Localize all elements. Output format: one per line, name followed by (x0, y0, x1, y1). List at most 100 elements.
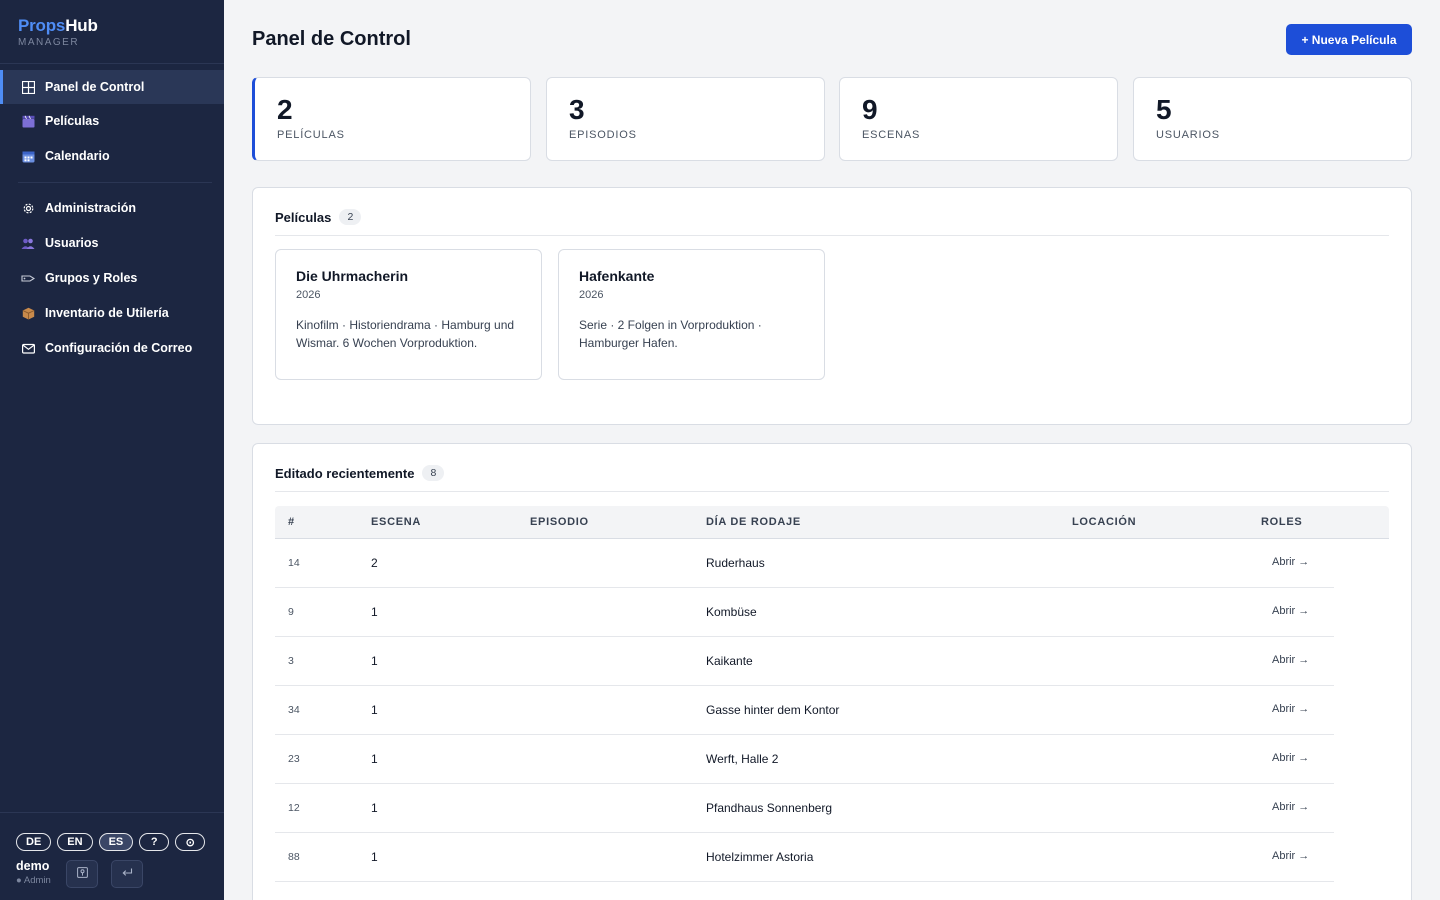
new-film-button[interactable]: + Nueva Película (1286, 24, 1412, 55)
column-header-episode[interactable]: EPISODIO (530, 516, 589, 528)
cell-scene: 1 (371, 654, 378, 668)
sidebar-item-films[interactable]: Películas (0, 104, 224, 138)
mail-icon (21, 341, 35, 355)
table-row[interactable]: 34 1 Gasse hinter dem Kontor Abrir → (275, 686, 1334, 735)
panel-title: Películas (275, 209, 332, 225)
brand-name-part-1: Props (18, 16, 66, 35)
stat-card-episodes[interactable]: 3 EPISODIOS (546, 77, 825, 161)
cell-location-name: Ruderhaus (706, 556, 765, 570)
key-icon (76, 867, 88, 881)
table-row[interactable]: 14 2 Ruderhaus Abrir → (275, 539, 1334, 588)
column-header-shooting-day[interactable]: DÍA DE RODAJE (706, 516, 801, 528)
stat-value: 3 (569, 94, 585, 125)
clapperboard-icon (21, 114, 35, 128)
table-row[interactable]: 3 1 Kaikante Abrir → (275, 637, 1334, 686)
user-name: demo (16, 859, 50, 873)
grid-icon (21, 80, 35, 94)
user-role: ● Admin (16, 875, 51, 886)
film-year: 2026 (296, 289, 321, 301)
language-es-button[interactable]: ES (98, 833, 134, 851)
stat-label: ESCENAS (862, 129, 921, 141)
recent-panel: Editado recientemente 8 # ESCENA EPISODI… (252, 443, 1412, 900)
logout-icon (121, 867, 133, 881)
sidebar-item-users[interactable]: Usuarios (0, 226, 224, 260)
open-link[interactable]: Abrir → (1272, 801, 1309, 813)
cell-location-name: Werft, Halle 2 (706, 752, 779, 766)
language-de-button[interactable]: DE (16, 833, 52, 851)
sidebar-item-administration[interactable]: Administración (0, 191, 224, 225)
stat-card-scenes[interactable]: 9 ESCENAS (839, 77, 1118, 161)
divider (275, 491, 1389, 492)
film-year: 2026 (579, 289, 604, 301)
table-row[interactable]: 23 1 Werft, Halle 2 Abrir → (275, 735, 1334, 784)
cell-scene: 2 (371, 556, 378, 570)
open-link[interactable]: Abrir → (1272, 605, 1309, 617)
divider (0, 63, 224, 64)
cell-number: 23 (288, 753, 300, 765)
open-link[interactable]: Abrir → (1272, 850, 1309, 862)
film-title: Hafenkante (579, 268, 655, 284)
cell-scene: 1 (371, 605, 378, 619)
cell-location-name: Gasse hinter dem Kontor (706, 703, 840, 717)
film-title: Die Uhrmacherin (296, 268, 409, 284)
film-description: Kinofilm · Historiendrama · Hamburg und … (296, 318, 515, 350)
films-panel: Películas 2 Die Uhrmacherin 2026 Kinofil… (252, 187, 1412, 425)
cell-number: 34 (288, 704, 300, 716)
cell-scene: 1 (371, 752, 378, 766)
open-link[interactable]: Abrir → (1272, 654, 1309, 666)
sidebar-item-mail-settings[interactable]: Configuración de Correo (0, 331, 224, 365)
column-header-scene[interactable]: ESCENA (371, 516, 421, 528)
users-icon (21, 236, 35, 250)
sidebar-item-label: Calendario (45, 149, 110, 163)
cell-location-name: Kombüse (706, 605, 757, 619)
table-row[interactable]: 12 1 Pfandhaus Sonnenberg Abrir → (275, 784, 1334, 833)
key-button[interactable] (66, 860, 98, 888)
column-header-number[interactable]: # (288, 516, 295, 528)
stat-card-users[interactable]: 5 USUARIOS (1133, 77, 1412, 161)
panel-header: Películas 2 (275, 209, 362, 225)
language-en-button[interactable]: EN (57, 833, 93, 851)
divider (18, 182, 212, 183)
sidebar-item-props-inventory[interactable]: Inventario de Utilería (0, 296, 224, 330)
help-button[interactable]: ? (139, 833, 170, 851)
film-description: Serie · 2 Folgen in Vorproduktion · Hamb… (579, 318, 762, 350)
column-header-roles[interactable]: ROLES (1261, 516, 1302, 528)
cell-number: 12 (288, 802, 300, 814)
film-card[interactable]: Die Uhrmacherin 2026 Kinofilm · Historie… (275, 249, 542, 380)
brand-name: PropsHub (18, 16, 98, 36)
cell-scene: 1 (371, 801, 378, 815)
open-link[interactable]: Abrir → (1272, 752, 1309, 764)
column-header-location[interactable]: LOCACIÓN (1072, 516, 1136, 528)
open-link[interactable]: Abrir → (1272, 703, 1309, 715)
tag-icon (21, 271, 35, 285)
stat-value: 2 (277, 94, 293, 125)
sidebar-item-dashboard[interactable]: Panel de Control (0, 70, 224, 104)
calendar-icon (21, 149, 35, 163)
cell-location-name: Hotelzimmer Astoria (706, 850, 814, 864)
stat-value: 9 (862, 94, 878, 125)
stat-label: USUARIOS (1156, 129, 1220, 141)
logout-button[interactable] (111, 860, 143, 888)
table-row[interactable]: 9 1 Kombüse Abrir → (275, 588, 1334, 637)
sidebar-item-calendar[interactable]: Calendario (0, 139, 224, 173)
sidebar-item-label: Configuración de Correo (45, 341, 193, 355)
brand-logo[interactable]: PropsHub MANAGER (18, 16, 98, 48)
stat-label: EPISODIOS (569, 129, 637, 141)
sidebar-item-label: Panel de Control (45, 80, 145, 94)
cell-location-name: Kaikante (706, 654, 753, 668)
theme-toggle-button[interactable]: ⊙ (175, 833, 206, 851)
table-row[interactable]: 88 1 Hotelzimmer Astoria Abrir → (275, 833, 1334, 882)
stat-card-films[interactable]: 2 PELÍCULAS (252, 77, 531, 161)
box-icon (21, 306, 35, 320)
table-header: # ESCENA EPISODIO DÍA DE RODAJE LOCACIÓN… (275, 506, 1389, 539)
brand-subtitle: MANAGER (18, 37, 80, 48)
film-card[interactable]: Hafenkante 2026 Serie · 2 Folgen in Vorp… (558, 249, 825, 380)
sidebar-item-label: Usuarios (45, 236, 99, 250)
cell-number: 14 (288, 557, 300, 569)
open-link[interactable]: Abrir → (1272, 556, 1309, 568)
panel-title: Editado recientemente (275, 465, 415, 481)
sidebar-item-label: Inventario de Utilería (45, 306, 169, 320)
sidebar-item-groups-roles[interactable]: Grupos y Roles (0, 261, 224, 295)
stat-value: 5 (1156, 94, 1172, 125)
cell-number: 3 (288, 655, 294, 667)
